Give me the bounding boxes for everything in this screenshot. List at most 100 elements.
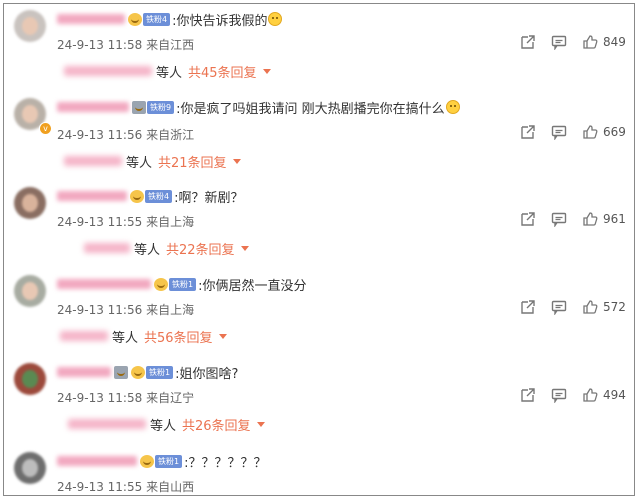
username[interactable] (57, 456, 137, 466)
comment-meta: 24-9-13 11:56 来自上海 (57, 301, 194, 318)
comment-location: 来自辽宁 (146, 391, 195, 405)
chevron-down-icon[interactable] (218, 333, 227, 339)
view-replies-link[interactable]: 共45条回复 (188, 62, 257, 81)
comment-button[interactable] (551, 34, 567, 50)
comment-location: 来自江西 (146, 38, 195, 52)
comment-item: 铁粉1 :你俩居然一直没分 24-9-13 11:56 来自上海 572 等人 … (4, 269, 634, 357)
reply-users (60, 331, 108, 341)
share-icon (521, 35, 535, 49)
comment-location: 来自上海 (146, 303, 195, 317)
like-count: 961 (603, 212, 626, 226)
fan-badge: 铁粉4 (143, 12, 171, 26)
like-count: 494 (603, 388, 626, 402)
comment-text: :？？？？？？ (184, 455, 267, 471)
username[interactable] (57, 102, 129, 112)
like-icon (583, 35, 598, 49)
share-icon (521, 388, 535, 402)
fan-level-icon (131, 365, 145, 379)
chevron-down-icon[interactable] (240, 245, 249, 251)
verified-icon: v (39, 122, 52, 135)
comment-icon (551, 125, 567, 140)
comment-item: 铁粉1 :姐你图啥? 24-9-13 11:58 来自辽宁 494 等人 共26… (4, 357, 634, 445)
comment-button[interactable] (551, 299, 567, 315)
like-icon (583, 212, 598, 226)
share-button[interactable] (520, 299, 536, 315)
comment-icon (551, 35, 567, 50)
reply-summary: 等人 共22条回复 (84, 239, 249, 258)
reply-suffix: 等人 (126, 155, 153, 171)
chevron-down-icon[interactable] (256, 421, 265, 427)
share-button[interactable] (520, 124, 536, 140)
chevron-down-icon[interactable] (232, 158, 241, 164)
comment-meta: 24-9-13 11:55 来自山西 (57, 478, 194, 495)
like-button[interactable]: 849 (582, 34, 626, 50)
like-button[interactable]: 961 (582, 211, 626, 227)
comment-button[interactable] (551, 387, 567, 403)
view-replies-link[interactable]: 共22条回复 (166, 239, 235, 258)
comment-date: 24-9-13 11:55 (57, 480, 143, 494)
comment-meta: 24-9-13 11:58 来自辽宁 (57, 389, 194, 406)
fan-level-icon (132, 100, 146, 114)
like-button[interactable]: 494 (582, 387, 626, 403)
avatar[interactable] (14, 363, 46, 395)
comment-location: 来自浙江 (146, 128, 195, 142)
chevron-down-icon[interactable] (262, 68, 271, 74)
reply-summary: 等人 共56条回复 (60, 327, 227, 346)
comment-date: 24-9-13 11:58 (57, 38, 143, 52)
comment-location: 来自上海 (146, 215, 195, 229)
avatar[interactable] (14, 452, 46, 484)
like-button[interactable]: 572 (582, 299, 626, 315)
share-button[interactable] (520, 211, 536, 227)
fan-level-icon (154, 277, 168, 291)
comment-icon (551, 388, 567, 403)
fan-badge: 铁粉9 (147, 100, 175, 114)
reply-users (64, 156, 122, 166)
username[interactable] (57, 14, 125, 24)
comment-text: :你快告诉我假的 (172, 13, 268, 29)
comment-text: :姐你图啥? (175, 366, 239, 382)
comment-item: 铁粉4 :啊？新剧？ 24-9-13 11:55 来自上海 961 等人 共22… (4, 181, 634, 269)
reply-users (64, 66, 152, 76)
reply-suffix: 等人 (150, 418, 177, 434)
like-count: 849 (603, 35, 626, 49)
share-button[interactable] (520, 387, 536, 403)
emoji-icon (445, 100, 460, 114)
avatar[interactable] (14, 275, 46, 307)
comment-text: :你俩居然一直没分 (198, 278, 307, 294)
comment-icon (551, 212, 567, 227)
emoji-icon (268, 12, 283, 26)
reply-users (84, 243, 130, 253)
comment-date: 24-9-13 11:56 (57, 128, 143, 142)
fan-badge: 铁粉4 (145, 189, 173, 203)
comment-meta: 24-9-13 11:58 来自江西 (57, 36, 194, 53)
username[interactable] (57, 279, 151, 289)
comment-button[interactable] (551, 211, 567, 227)
fan-level-icon (140, 454, 154, 468)
fan-level-icon (130, 189, 144, 203)
comment-item: 铁粉1 :？？？？？？ 24-9-13 11:55 来自山西 (4, 446, 634, 495)
share-icon (521, 212, 535, 226)
comment-date: 24-9-13 11:55 (57, 215, 143, 229)
reply-users (68, 419, 146, 429)
view-replies-link[interactable]: 共21条回复 (158, 152, 227, 171)
comment-button[interactable] (551, 124, 567, 140)
share-button[interactable] (520, 34, 536, 50)
view-replies-link[interactable]: 共56条回复 (144, 327, 213, 346)
avatar[interactable] (14, 10, 46, 42)
comment-date: 24-9-13 11:56 (57, 303, 143, 317)
username[interactable] (57, 367, 111, 377)
like-count: 669 (603, 125, 626, 139)
like-icon (583, 300, 598, 314)
username[interactable] (57, 191, 127, 201)
comment-list: 铁粉4 :你快告诉我假的 24-9-13 11:58 来自江西 849 等人 共… (3, 3, 635, 496)
comment-text: :啊？新剧？ (174, 190, 244, 206)
reply-summary: 等人 共21条回复 (64, 152, 241, 171)
reply-suffix: 等人 (112, 330, 139, 346)
reply-suffix: 等人 (156, 65, 183, 81)
like-button[interactable]: 669 (582, 124, 626, 140)
like-icon (583, 125, 598, 139)
reply-suffix: 等人 (134, 242, 161, 258)
avatar[interactable] (14, 187, 46, 219)
comment-location: 来自山西 (146, 480, 195, 494)
view-replies-link[interactable]: 共26条回复 (182, 415, 251, 434)
